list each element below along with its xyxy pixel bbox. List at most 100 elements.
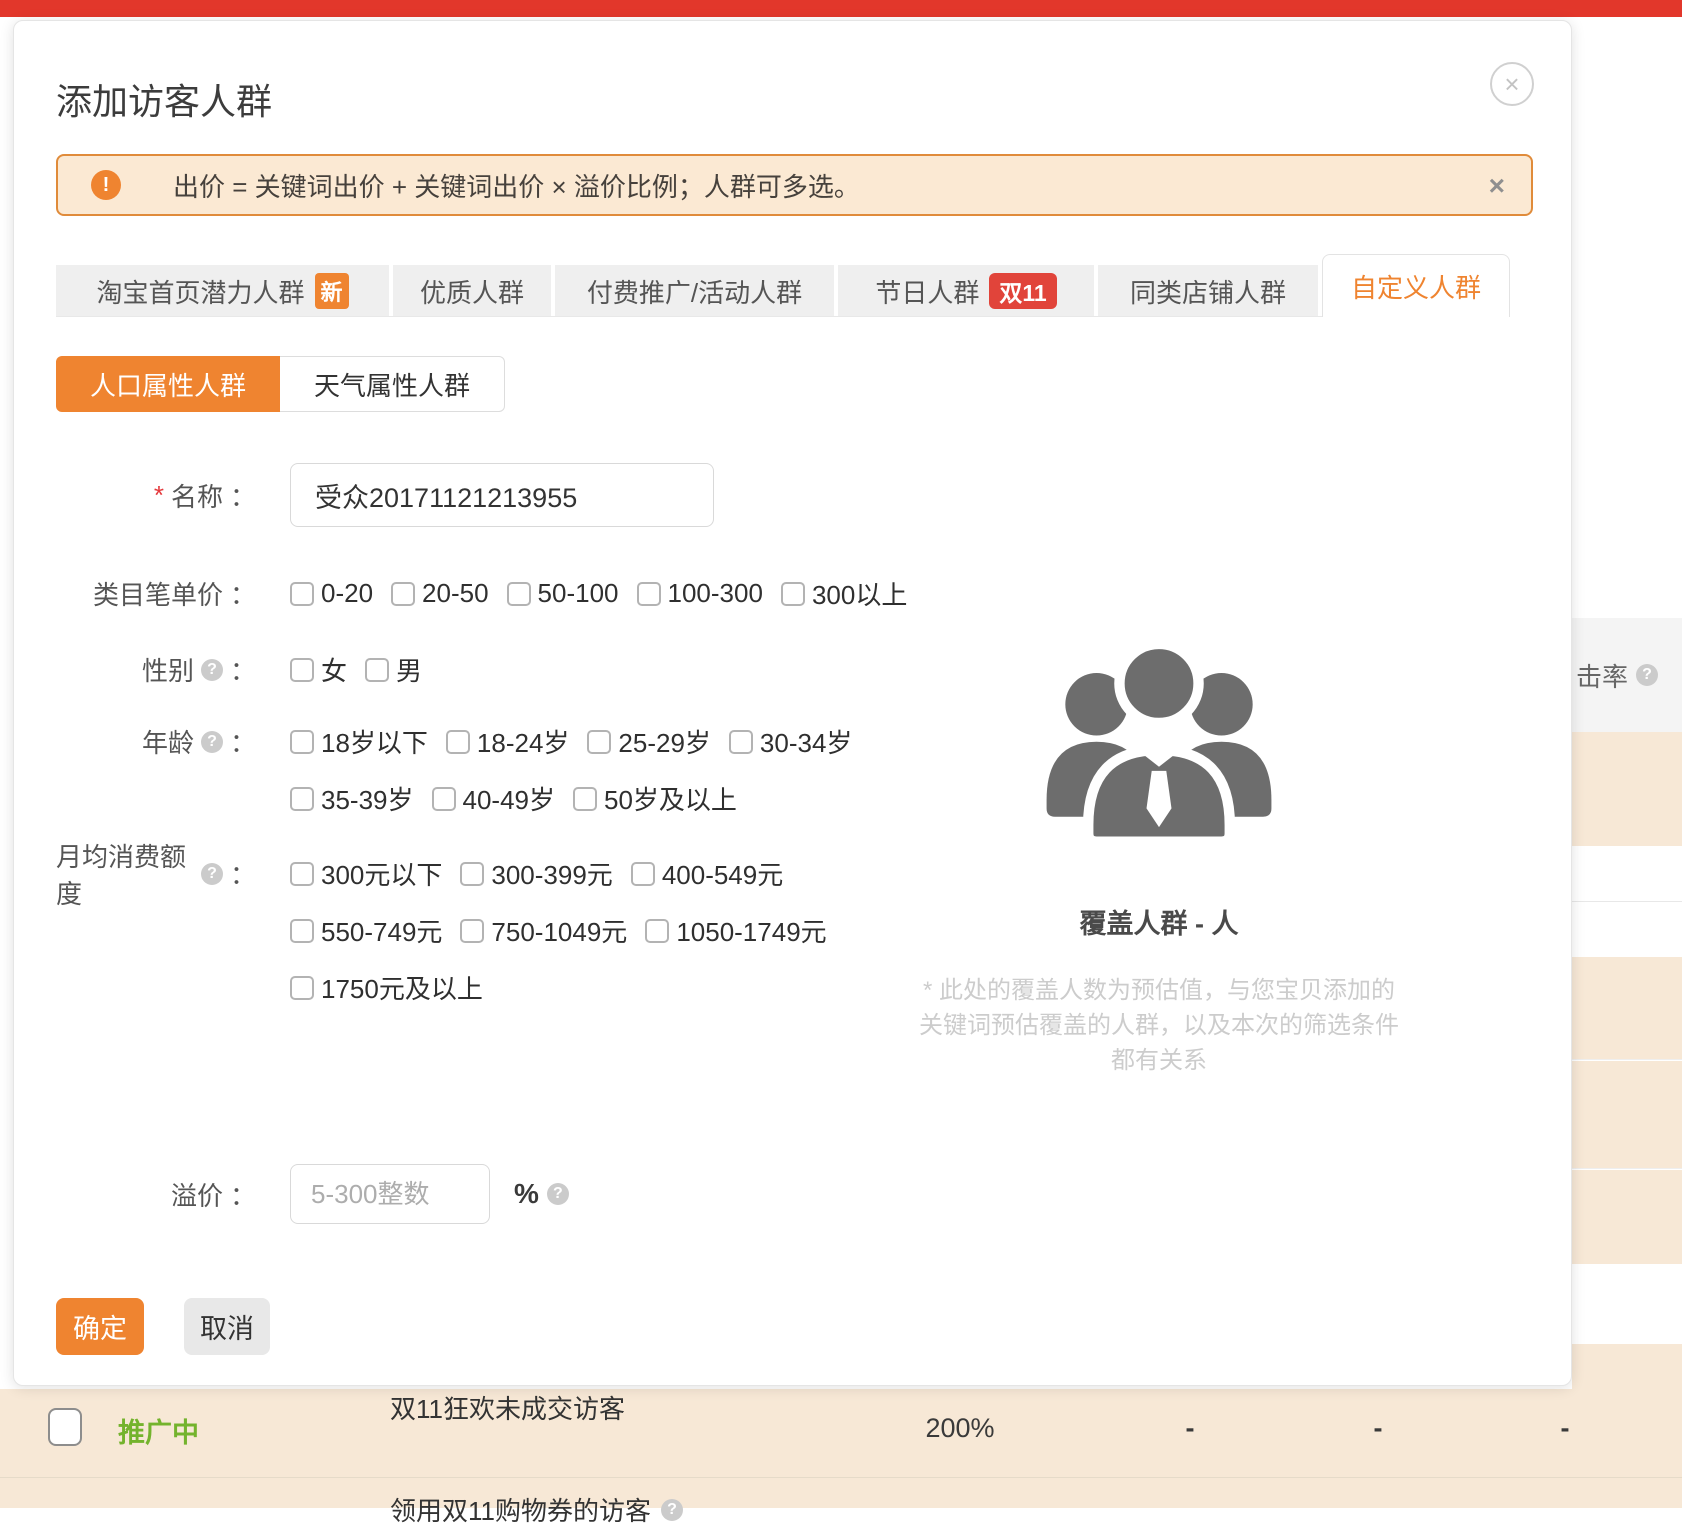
- checkbox[interactable]: [507, 582, 531, 606]
- checkbox-option[interactable]: 550-749元: [290, 912, 442, 949]
- confirm-button[interactable]: 确定: [56, 1298, 144, 1355]
- checkbox[interactable]: [432, 787, 456, 811]
- attribute-subtab-bar: 人口属性人群 天气属性人群: [56, 356, 505, 412]
- row-checkbox[interactable]: [48, 1408, 82, 1446]
- checkbox[interactable]: [573, 787, 597, 811]
- bg-table-rows: 推广中 双11狂欢未成交访客 200% - - - 领用双11购物券的访客 ?: [0, 1389, 1682, 1508]
- checkbox[interactable]: [446, 730, 470, 754]
- checkbox[interactable]: [729, 730, 753, 754]
- checkbox-option[interactable]: 300元以下: [290, 855, 442, 892]
- bg-header-label: 击率: [1576, 657, 1628, 694]
- bg-row-band: [1572, 1264, 1682, 1344]
- subtab-weather[interactable]: 天气属性人群: [280, 356, 505, 412]
- help-icon[interactable]: ?: [547, 1183, 569, 1205]
- checkbox[interactable]: [645, 919, 669, 943]
- add-visitor-audience-modal: 添加访客人群 × ! 出价 = 关键词出价 + 关键词出价 × 溢价比例；人群可…: [13, 20, 1572, 1386]
- checkbox-label: 550-749元: [321, 912, 442, 949]
- tab-4[interactable]: 同类店铺人群: [1098, 265, 1318, 317]
- alert-icon: !: [91, 170, 121, 200]
- form-row-2: 年龄?： 18岁以下 18-24岁 25-29岁 30-34岁 35-39岁 40-49岁 5…: [56, 713, 870, 827]
- audience-row-premium: 200%: [905, 1413, 1015, 1444]
- checkbox-label: 18-24岁: [477, 723, 570, 760]
- checkbox-option[interactable]: 400-549元: [631, 855, 783, 892]
- checkbox-option[interactable]: 50岁及以上: [573, 780, 737, 817]
- form-label: 性别?：: [56, 641, 256, 698]
- checkbox-label: 0-20: [321, 578, 373, 609]
- checkbox[interactable]: [391, 582, 415, 606]
- close-icon[interactable]: ×: [1490, 62, 1534, 106]
- people-group-icon: [1034, 621, 1284, 850]
- checkbox-option[interactable]: 0-20: [290, 578, 373, 609]
- form-label: 年龄?：: [56, 713, 256, 770]
- checkbox-option[interactable]: 750-1049元: [460, 912, 627, 949]
- subtab-demographic[interactable]: 人口属性人群: [56, 356, 280, 412]
- checkbox-label: 300元以下: [321, 855, 442, 892]
- checkbox-label: 30-34岁: [760, 723, 853, 760]
- audience-name-input[interactable]: [290, 463, 714, 527]
- tab-label: 付费推广/活动人群: [587, 273, 802, 310]
- bg-row-band: [1572, 1061, 1682, 1169]
- cancel-button[interactable]: 取消: [184, 1298, 270, 1355]
- checkbox-option[interactable]: 女: [290, 651, 347, 688]
- checkbox-option[interactable]: 1050-1749元: [645, 912, 826, 949]
- premium-input[interactable]: [290, 1164, 490, 1224]
- checkbox[interactable]: [365, 658, 389, 682]
- checkbox-label: 男: [396, 651, 422, 688]
- top-red-bar: [0, 0, 1682, 17]
- checkbox[interactable]: [460, 919, 484, 943]
- checkbox-option[interactable]: 300-399元: [460, 855, 612, 892]
- form-label: 月均消费额度?：: [56, 845, 256, 902]
- checkbox-option[interactable]: 18岁以下: [290, 723, 428, 760]
- checkbox-option[interactable]: 30-34岁: [729, 723, 853, 760]
- checkbox-option[interactable]: 18-24岁: [446, 723, 570, 760]
- help-icon[interactable]: ?: [661, 1499, 683, 1521]
- premium-field-row: 溢价 ： % ?: [56, 1164, 569, 1224]
- bg-row-band: [1572, 732, 1682, 846]
- checkbox[interactable]: [460, 862, 484, 886]
- tab-2[interactable]: 付费推广/活动人群: [555, 265, 834, 317]
- checkbox-option[interactable]: 25-29岁: [587, 723, 711, 760]
- audience-row-name: 双11狂欢未成交访客: [390, 1389, 625, 1426]
- help-icon[interactable]: ?: [201, 863, 223, 885]
- tab-3[interactable]: 节日人群双11: [838, 265, 1094, 317]
- percent-unit: %: [514, 1178, 539, 1210]
- checkbox-option[interactable]: 50-100: [507, 578, 619, 609]
- checkbox[interactable]: [290, 787, 314, 811]
- checkbox-label: 35-39岁: [321, 780, 414, 817]
- coverage-panel: 覆盖人群 - 人 * 此处的覆盖人数为预估值，与您宝贝添加的 关键词预估覆盖的人…: [889, 621, 1429, 1078]
- table-cell: -: [1535, 1413, 1595, 1444]
- checkbox-label: 女: [321, 651, 347, 688]
- checkbox[interactable]: [290, 976, 314, 1000]
- checkbox[interactable]: [290, 658, 314, 682]
- checkbox[interactable]: [587, 730, 611, 754]
- checkbox[interactable]: [637, 582, 661, 606]
- checkbox[interactable]: [290, 582, 314, 606]
- form-label: 类目笔单价：: [56, 565, 256, 622]
- form-row-1: 性别?： 女 男: [56, 641, 440, 698]
- checkbox-option[interactable]: 35-39岁: [290, 780, 414, 817]
- checkbox-option[interactable]: 男: [365, 651, 422, 688]
- checkbox-label: 400-549元: [662, 855, 783, 892]
- checkbox-option[interactable]: 100-300: [637, 578, 763, 609]
- checkbox-option[interactable]: 40-49岁: [432, 780, 556, 817]
- name-field-row: * 名称 ：: [56, 463, 714, 527]
- tab-label: 优质人群: [420, 273, 524, 310]
- checkbox-option[interactable]: 300以上: [781, 575, 907, 612]
- checkbox[interactable]: [781, 582, 805, 606]
- checkbox[interactable]: [631, 862, 655, 886]
- help-icon[interactable]: ?: [1636, 664, 1658, 686]
- checkbox-option[interactable]: 20-50: [391, 578, 489, 609]
- checkbox[interactable]: [290, 862, 314, 886]
- help-icon[interactable]: ?: [201, 659, 223, 681]
- checkbox-label: 50岁及以上: [604, 780, 737, 817]
- tab-5[interactable]: 自定义人群: [1322, 254, 1510, 317]
- checkbox-option[interactable]: 1750元及以上: [290, 969, 483, 1006]
- help-icon[interactable]: ?: [201, 731, 223, 753]
- tab-1[interactable]: 优质人群: [393, 265, 551, 317]
- tab-0[interactable]: 淘宝首页潜力人群新: [56, 265, 389, 317]
- checkbox[interactable]: [290, 730, 314, 754]
- bg-row-band: [1572, 1170, 1682, 1264]
- checkbox[interactable]: [290, 919, 314, 943]
- checkbox-label: 300以上: [812, 575, 907, 612]
- banner-close-icon[interactable]: ×: [1489, 170, 1505, 202]
